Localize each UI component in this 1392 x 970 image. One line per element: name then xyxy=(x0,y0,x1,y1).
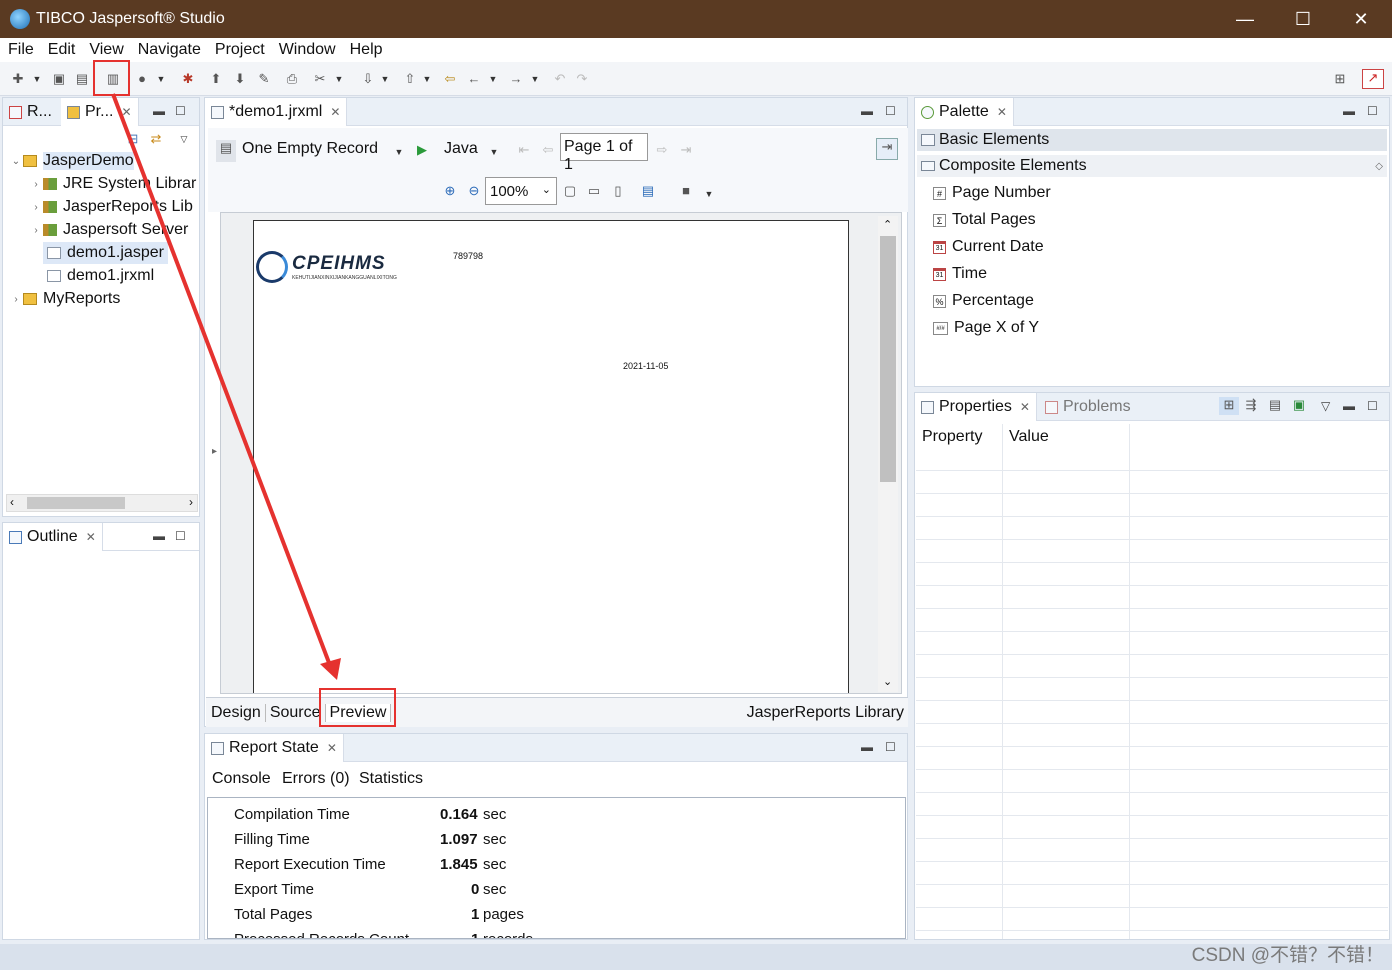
annotation-arrow-head xyxy=(320,658,341,680)
annotation-arrow-line xyxy=(111,93,333,669)
annotation-arrow xyxy=(111,93,341,680)
